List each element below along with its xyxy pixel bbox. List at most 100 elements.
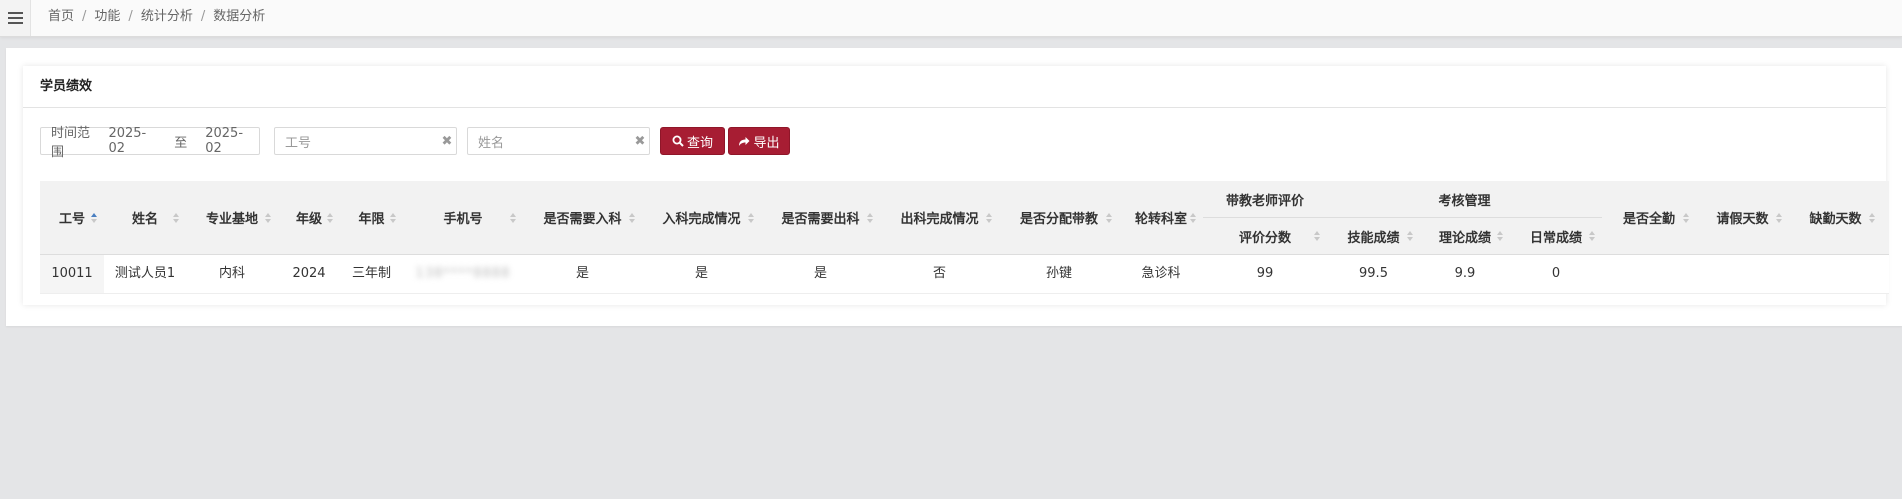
col-entry-status-label: 入科完成情况 [662, 212, 741, 227]
sort-icon[interactable] [867, 212, 874, 223]
cell-phone: 138****8888 [403, 255, 523, 293]
sort-icon[interactable] [173, 212, 180, 223]
breadcrumb-home[interactable]: 首页 [48, 9, 74, 24]
export-button[interactable]: 导出 [728, 127, 790, 155]
sort-icon[interactable] [1106, 212, 1113, 223]
hamburger-icon [7, 12, 23, 24]
col-base[interactable]: 专业基地 [186, 181, 278, 254]
col-exit-status-label: 出科完成情况 [900, 212, 979, 227]
sort-icon[interactable] [265, 212, 272, 223]
cell-entry-status: 是 [694, 266, 708, 281]
group-teacher-eval-label: 带教老师评价 [1225, 193, 1304, 209]
col-daily-score-label: 日常成绩 [1529, 230, 1582, 246]
col-daily-score[interactable]: 日常成绩 [1510, 218, 1602, 254]
sort-icon[interactable] [1190, 212, 1197, 223]
cell-term: 三年制 [351, 266, 391, 281]
page-content: 学员绩效 时间范围 2025-02 至 2025-02 工号 ✖ 姓名 ✖ 查询 [6, 48, 1902, 326]
col-skill-score[interactable]: 技能成绩 [1327, 218, 1420, 254]
date-range-picker[interactable]: 时间范围 2025-02 至 2025-02 [40, 126, 260, 160]
col-phone[interactable]: 手机号 [403, 181, 523, 254]
sort-icon[interactable] [986, 212, 993, 223]
breadcrumb-separator: / [128, 9, 133, 24]
col-leave-days-label: 请假天数 [1716, 212, 1769, 227]
menu-toggle-button[interactable] [0, 0, 31, 36]
col-name-label: 姓名 [131, 212, 158, 227]
employee-id-input[interactable]: 工号 ✖ [274, 127, 457, 155]
col-full-attendance[interactable]: 是否全勤 [1602, 181, 1696, 254]
sort-asc-icon[interactable] [91, 212, 98, 223]
col-entry-status[interactable]: 入科完成情况 [642, 181, 761, 254]
query-button[interactable]: 查询 [660, 127, 725, 155]
col-assigned-teacher[interactable]: 是否分配带教 [999, 181, 1119, 254]
col-grade[interactable]: 年级 [278, 181, 340, 254]
breadcrumb-current: 数据分析 [213, 9, 266, 24]
col-employee-id[interactable]: 工号 [40, 181, 104, 254]
col-skill-score-label: 技能成绩 [1347, 230, 1400, 246]
date-range-end[interactable]: 2025-02 [205, 126, 259, 156]
breadcrumb-separator: / [82, 9, 87, 24]
export-button-label: 导出 [753, 135, 780, 151]
col-eval-score[interactable]: 评价分数 [1203, 218, 1327, 254]
col-assigned-teacher-label: 是否分配带教 [1019, 212, 1098, 227]
breadcrumb-separator: / [200, 9, 206, 24]
sort-icon[interactable] [748, 212, 755, 223]
sort-icon[interactable] [1869, 212, 1876, 223]
cell-full-attendance [1602, 255, 1696, 293]
cell-need-exit: 是 [813, 266, 827, 281]
cell-assigned-teacher: 孙键 [1045, 266, 1072, 281]
col-exit-status[interactable]: 出科完成情况 [880, 181, 999, 254]
breadcrumb: 首页 / 功能 / 统计分析 / 数据分析 [48, 0, 265, 36]
cell-base: 内科 [218, 266, 245, 281]
sort-icon[interactable] [1683, 212, 1690, 223]
col-term[interactable]: 年限 [340, 181, 403, 254]
col-name[interactable]: 姓名 [104, 181, 186, 254]
cell-need-entry: 是 [575, 266, 589, 281]
col-grade-label: 年级 [295, 212, 322, 227]
sort-icon[interactable] [1407, 231, 1414, 241]
cell-exit-status: 否 [932, 266, 946, 281]
cell-grade: 2024 [292, 266, 326, 281]
name-placeholder: 姓名 [478, 135, 505, 151]
sort-icon[interactable] [1776, 212, 1783, 223]
col-leave-days[interactable]: 请假天数 [1696, 181, 1789, 254]
date-range-start[interactable]: 2025-02 [108, 126, 162, 156]
col-theory-score-label: 理论成绩 [1438, 230, 1491, 246]
col-base-label: 专业基地 [205, 212, 258, 227]
cell-daily-score: 0 [1551, 266, 1561, 281]
sort-icon[interactable] [1497, 231, 1504, 241]
col-full-attendance-label: 是否全勤 [1622, 212, 1675, 227]
cell-absent-days [1789, 255, 1882, 293]
col-eval-score-label: 评价分数 [1238, 230, 1291, 246]
cell-employee-id: 10011 [40, 255, 104, 293]
col-phone-label: 手机号 [443, 212, 483, 227]
col-absent-days[interactable]: 缺勤天数 [1789, 181, 1882, 254]
breadcrumb-statistics[interactable]: 统计分析 [141, 9, 193, 24]
employee-id-placeholder: 工号 [285, 135, 312, 151]
name-input[interactable]: 姓名 ✖ [467, 127, 650, 155]
table-row[interactable]: 10011 测试人员1 内科 2024 三年制 138****8888 是 是 … [40, 255, 1889, 294]
sort-icon[interactable] [1314, 231, 1321, 241]
table-header: 工号 姓名 专业基地 年级 年限 手机号 是否需要入科 入科完成情况 是否需要出… [40, 181, 1889, 255]
col-absent-days-label: 缺勤天数 [1809, 212, 1862, 227]
sort-icon[interactable] [327, 212, 334, 223]
col-need-entry[interactable]: 是否需要入科 [523, 181, 642, 254]
col-employee-id-label: 工号 [58, 212, 85, 227]
sort-icon[interactable] [510, 212, 517, 223]
col-theory-score[interactable]: 理论成绩 [1420, 218, 1510, 254]
col-rotation-dept-label: 轮转科室 [1134, 212, 1187, 227]
cell-skill-score: 99.5 [1359, 266, 1388, 281]
cell-phone-value: 138****8888 [415, 266, 511, 281]
cell-rotation-dept: 急诊科 [1141, 266, 1181, 281]
group-teacher-eval: 带教老师评价 [1203, 181, 1327, 217]
breadcrumb-function[interactable]: 功能 [94, 9, 120, 24]
sort-icon[interactable] [1589, 231, 1596, 241]
col-need-exit-label: 是否需要出科 [781, 212, 860, 227]
date-range-label: 时间范围 [51, 126, 91, 160]
col-rotation-dept[interactable]: 轮转科室 [1119, 181, 1203, 254]
clear-name-icon[interactable]: ✖ [631, 134, 649, 149]
top-bar: 首页 / 功能 / 统计分析 / 数据分析 [0, 0, 1902, 37]
col-need-exit[interactable]: 是否需要出科 [761, 181, 880, 254]
sort-icon[interactable] [390, 212, 397, 223]
sort-icon[interactable] [629, 212, 636, 223]
clear-employee-id-icon[interactable]: ✖ [438, 134, 456, 149]
